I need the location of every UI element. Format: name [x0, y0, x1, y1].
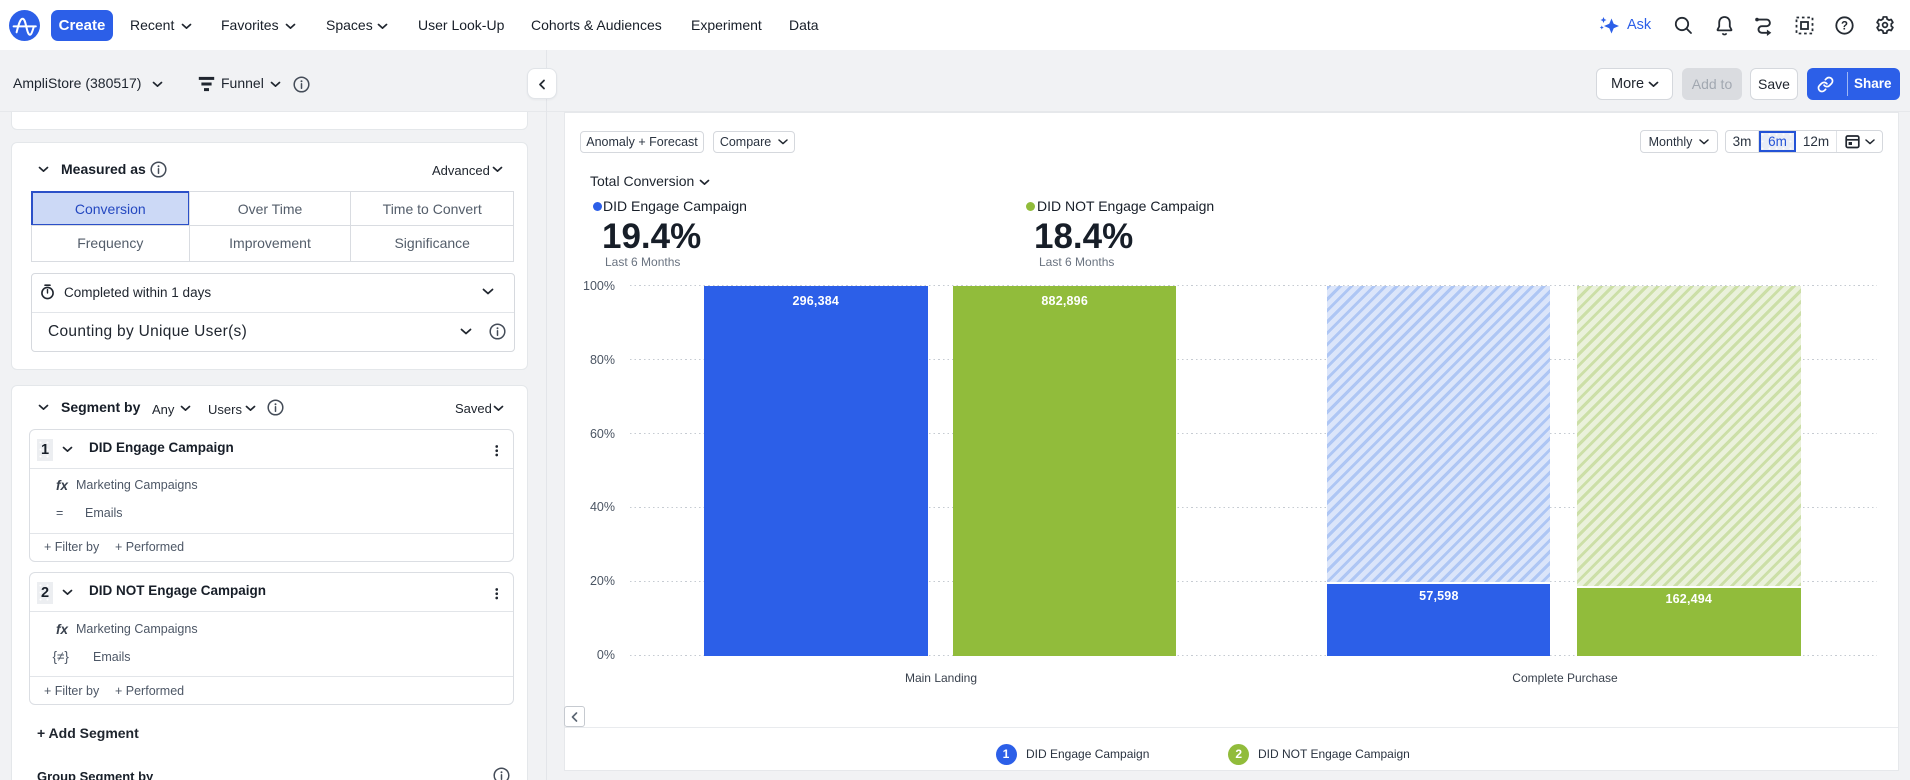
svg-text:?: ? — [1841, 21, 1848, 33]
